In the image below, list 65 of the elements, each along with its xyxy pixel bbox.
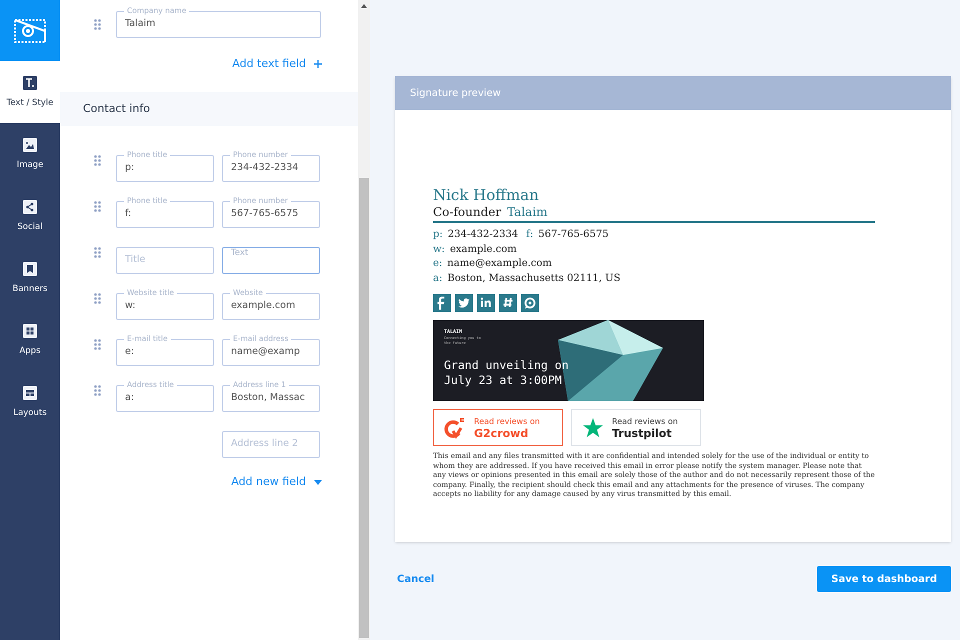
facebook-icon[interactable] xyxy=(433,294,451,312)
text-field[interactable]: Address line 2 xyxy=(222,431,320,458)
input-field[interactable]: Boston, Massac xyxy=(231,391,311,406)
job-title: Co-founder xyxy=(433,204,502,220)
linkedin-icon[interactable] xyxy=(477,294,495,312)
scrollbar-thumb[interactable] xyxy=(359,178,369,638)
banner-headline: Grand unveiling on July 23 at 3:00PM xyxy=(444,358,570,388)
input-field[interactable]: 567-765-6575 xyxy=(231,207,311,222)
input-field[interactable]: 234-432-2334 xyxy=(231,161,311,176)
input-field[interactable]: a: xyxy=(125,391,205,406)
text-field[interactable] xyxy=(222,247,320,274)
review-badge[interactable]: Read reviews on Trustpilot xyxy=(571,409,701,446)
input-field[interactable]: example.com xyxy=(231,299,311,314)
scroll-up-arrow-icon[interactable] xyxy=(361,4,367,8)
layout-icon xyxy=(22,384,38,401)
review-caption: Read reviews on xyxy=(474,416,540,428)
caret-down-icon xyxy=(314,480,322,485)
preview-title: Signature preview xyxy=(410,86,501,100)
input-field[interactable]: w: xyxy=(125,299,205,314)
drag-handle-icon[interactable] xyxy=(94,247,100,258)
drag-handle-icon[interactable] xyxy=(94,293,100,304)
drag-handle-icon[interactable] xyxy=(94,155,100,166)
drag-handle-icon[interactable] xyxy=(94,339,100,350)
contact-key: f: xyxy=(526,228,534,242)
contact-value: 567-765-6575 xyxy=(538,228,609,242)
signature-name: Nick Hoffman xyxy=(433,186,540,204)
input-field[interactable]: f: xyxy=(125,207,205,222)
g2-logo-icon xyxy=(444,416,466,440)
hash-icon[interactable] xyxy=(499,294,517,312)
contact-key: a: xyxy=(433,272,442,286)
plus-icon xyxy=(314,60,322,68)
nav-tab[interactable]: Text / Style xyxy=(0,61,60,123)
chat-bubble-icon[interactable] xyxy=(521,294,539,312)
contact-value: example.com xyxy=(450,242,517,256)
image-icon xyxy=(22,136,38,153)
input-field[interactable]: Title xyxy=(125,253,205,268)
review-caption: Read reviews on xyxy=(612,416,678,428)
share-icon xyxy=(22,198,38,215)
drag-handle-icon[interactable] xyxy=(94,19,100,30)
contact-key: p: xyxy=(433,228,443,242)
contact-value: Boston, Massachusetts 02111, US xyxy=(447,272,620,286)
contact-value: 234-432-2334 xyxy=(448,228,518,242)
drag-handle-icon[interactable] xyxy=(94,201,100,212)
bookmark-icon xyxy=(22,260,38,277)
drag-handle-icon[interactable] xyxy=(94,385,100,396)
input-field[interactable]: Address line 2 xyxy=(231,437,311,452)
review-site-name: G2crowd xyxy=(474,428,530,440)
review-site-name: Trustpilot xyxy=(612,428,673,440)
company-name: Talaim xyxy=(507,204,548,220)
section-title: Contact info xyxy=(83,100,150,117)
contact-key: e: xyxy=(433,257,442,272)
twitter-icon[interactable] xyxy=(455,294,473,312)
star-icon xyxy=(582,416,604,438)
contact-value: name@example.com xyxy=(447,257,552,271)
input-field[interactable]: Talaim xyxy=(125,17,312,32)
grid-icon xyxy=(22,322,38,339)
field-label: Text xyxy=(231,248,248,258)
contact-key: w: xyxy=(433,242,445,257)
scrollbar[interactable] xyxy=(358,0,370,640)
review-badge[interactable]: Read reviews on G2crowd xyxy=(433,409,563,446)
input-field[interactable]: name@examp xyxy=(231,345,311,360)
text-style-icon xyxy=(22,74,38,91)
input-field[interactable]: e: xyxy=(125,345,205,360)
input-field[interactable]: p: xyxy=(125,161,205,176)
text-field[interactable]: Title xyxy=(116,247,214,274)
